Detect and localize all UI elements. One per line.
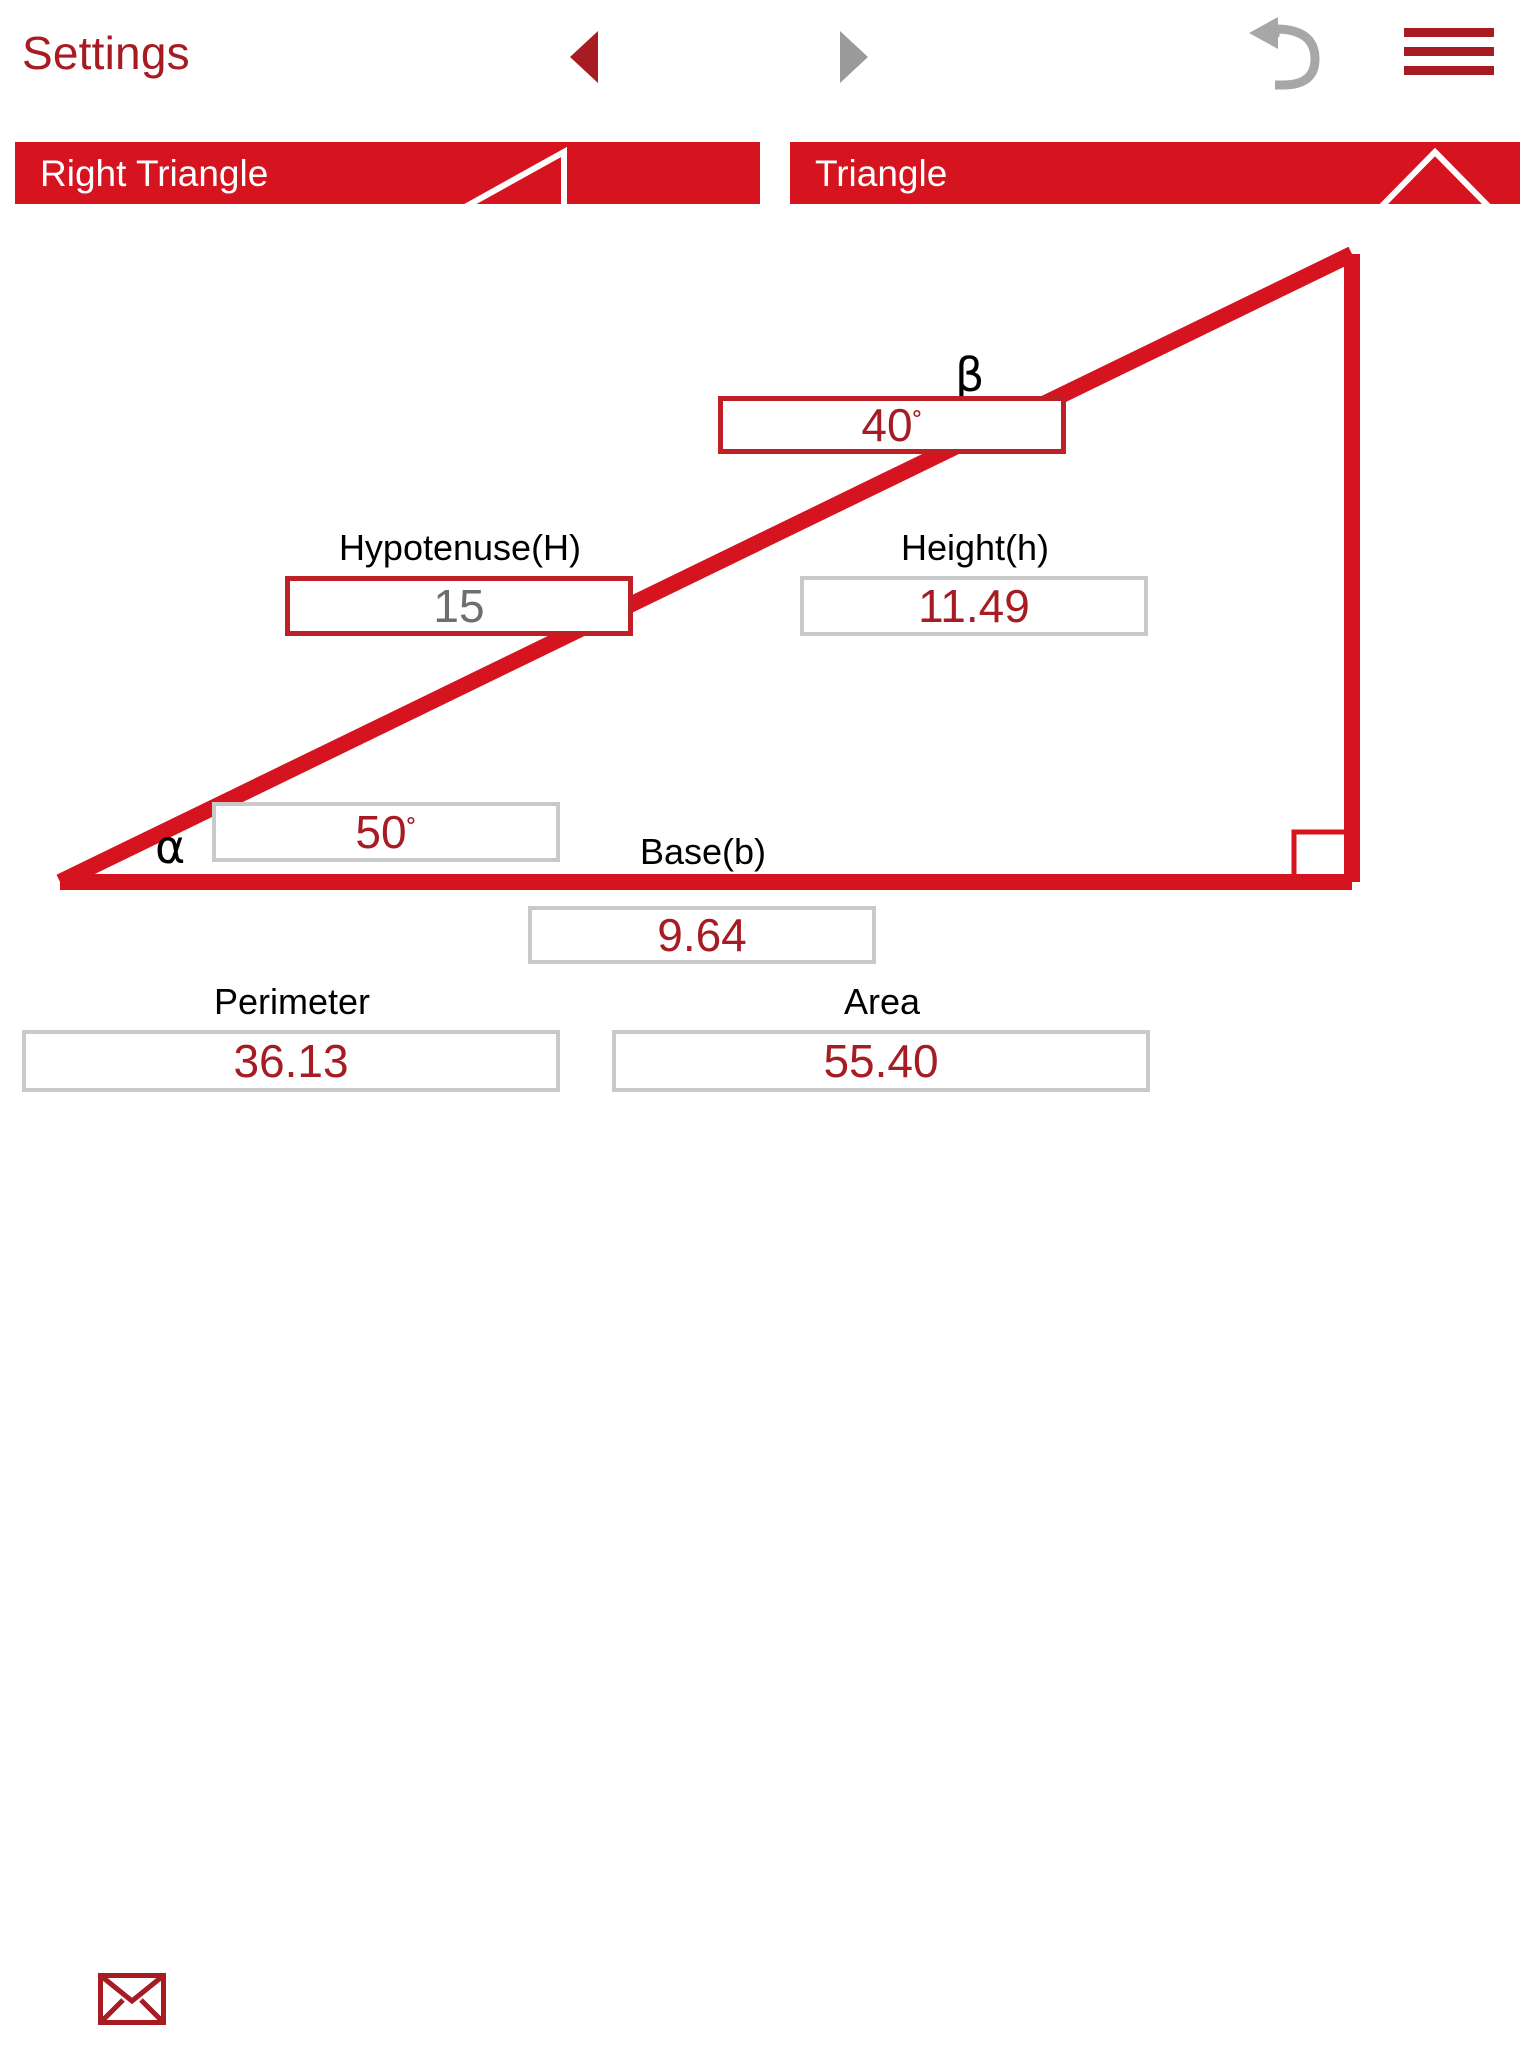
degree-symbol: ˚ (912, 408, 923, 441)
base-label: Base(b) (639, 831, 767, 872)
hamburger-menu-icon[interactable] (1404, 28, 1494, 76)
perimeter-value: 36.13 (233, 1035, 349, 1087)
alpha-angle-value: 50 (355, 806, 407, 858)
menu-line (1404, 47, 1494, 56)
right-triangle-icon (450, 146, 570, 204)
perimeter-output[interactable]: 36.13 (22, 1030, 560, 1092)
beta-angle-input[interactable]: 40 ˚ (718, 396, 1066, 454)
alpha-symbol: α (155, 820, 186, 874)
app-header: Settings (0, 0, 1536, 130)
alpha-angle-input[interactable]: 50 ˚ (212, 802, 560, 862)
tab-triangle-label: Triangle (815, 153, 948, 194)
hypotenuse-label: Hypotenuse(H) (338, 527, 582, 568)
triangle-left-icon[interactable] (570, 31, 598, 83)
base-input[interactable]: 9.64 (528, 906, 876, 964)
area-value: 55.40 (823, 1035, 939, 1087)
hypotenuse-value: 15 (433, 580, 485, 632)
envelope-icon[interactable] (98, 1973, 166, 2025)
base-value: 9.64 (657, 909, 747, 961)
height-value: 11.49 (918, 580, 1030, 632)
height-label: Height(h) (900, 527, 1050, 568)
undo-arrow-icon[interactable] (1245, 15, 1335, 90)
menu-line (1404, 28, 1494, 37)
beta-angle-value: 40 (861, 399, 913, 451)
area-label: Area (843, 981, 921, 1022)
shape-tab-bar: Right Triangle Triangle (0, 142, 1536, 204)
triangle-right-icon[interactable] (840, 31, 868, 83)
menu-line (1404, 66, 1494, 75)
tab-triangle[interactable]: Triangle (790, 142, 1520, 204)
tab-right-triangle-label: Right Triangle (40, 153, 269, 194)
hypotenuse-input[interactable]: 15 (285, 576, 633, 636)
degree-symbol: ˚ (406, 815, 417, 848)
beta-symbol: β (955, 348, 985, 402)
height-input[interactable]: 11.49 (800, 576, 1148, 636)
settings-title[interactable]: Settings (22, 26, 190, 80)
perimeter-label: Perimeter (213, 981, 371, 1022)
triangle-icon (1370, 146, 1500, 204)
area-output[interactable]: 55.40 (612, 1030, 1150, 1092)
tab-right-triangle[interactable]: Right Triangle (15, 142, 760, 204)
